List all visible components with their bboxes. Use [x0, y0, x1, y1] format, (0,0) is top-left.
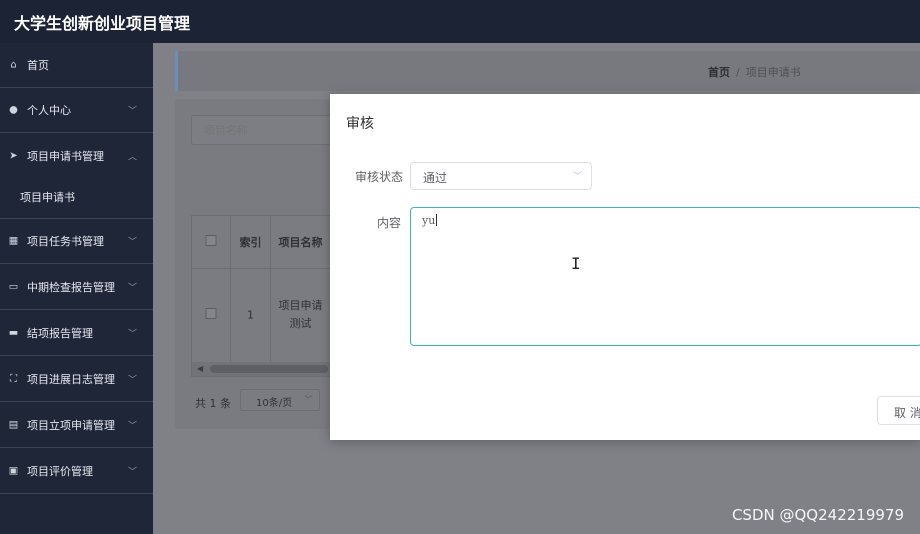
- review-status-label: 审核状态: [355, 170, 404, 184]
- chevron-down-icon: ﹀: [127, 329, 137, 340]
- text-cursor-icon: I: [571, 254, 581, 273]
- horizontal-scrollbar[interactable]: ◀: [192, 362, 330, 376]
- chevron-down-icon: ﹀: [127, 375, 137, 386]
- sidebar-item-label: 项目任务书管理: [27, 235, 104, 248]
- sidebar-item-personal-center[interactable]: ● 个人中心 ﹀: [0, 88, 153, 133]
- sidebar-item-final-report-management[interactable]: ▬ 结项报告管理 ﹀: [0, 311, 153, 356]
- row-checkbox[interactable]: [205, 308, 217, 319]
- chat-icon: ▬: [8, 327, 19, 339]
- page-size-value: 10条/页: [256, 398, 293, 409]
- sidebar-subitem-application[interactable]: 项目申请书: [0, 176, 153, 219]
- cancel-button[interactable]: 取 消: [877, 396, 920, 425]
- sidebar-item-midterm-management[interactable]: ▭ 中期检查报告管理 ﹀: [0, 265, 153, 310]
- review-status-value: 通过: [423, 171, 448, 185]
- review-status-select[interactable]: 通过 ﹀: [410, 162, 592, 190]
- sidebar: ⌂ 首页 ● 个人中心 ﹀ ➤ 项目申请书管理 ︿ 项目申请书 ▦ 项目任务书管…: [0, 43, 153, 534]
- content-textarea[interactable]: yu: [410, 207, 920, 346]
- sidebar-item-approval-management[interactable]: ▤ 项目立项申请管理 ﹀: [0, 403, 153, 448]
- chevron-down-icon: ﹀: [127, 283, 137, 294]
- row-project-name: 项目申请 测试: [278, 299, 323, 330]
- sidebar-item-label: 首页: [27, 59, 49, 72]
- row-checkbox-cell[interactable]: [192, 268, 231, 362]
- sidebar-item-home[interactable]: ⌂ 首页: [0, 43, 153, 88]
- grid-icon: ▦: [8, 235, 19, 247]
- pager-total: 共 1 条: [195, 397, 231, 410]
- sidebar-item-application-management[interactable]: ➤ 项目申请书管理 ︿: [0, 133, 153, 178]
- page-size-select[interactable]: 10条/页 ﹀: [240, 389, 320, 411]
- chevron-down-icon: ﹀: [303, 395, 311, 404]
- top-bar: 大学生创新创业项目管理: [0, 0, 920, 43]
- text-caret: [436, 214, 438, 226]
- send-icon: ➤: [9, 150, 18, 161]
- project-name-search-input[interactable]: [191, 115, 351, 145]
- content-text: yu: [422, 214, 438, 227]
- sidebar-item-label: 结项报告管理: [27, 327, 93, 340]
- table-row: 1 项目申请 测试: [192, 268, 330, 362]
- sidebar-item-label: 个人中心: [27, 104, 71, 117]
- sidebar-item-label: 项目立项申请管理: [27, 419, 115, 432]
- chevron-up-icon: ︿: [127, 152, 137, 162]
- breadcrumb: 首页 / 项目申请书: [708, 64, 801, 80]
- breadcrumb-current: 项目申请书: [745, 66, 801, 79]
- scroll-left-icon[interactable]: ◀: [197, 364, 203, 373]
- sidebar-subitem-label: 项目申请书: [20, 191, 75, 204]
- message-icon: ▭: [8, 281, 19, 293]
- fullscreen-icon: ⛶: [10, 373, 17, 385]
- scroll-thumb[interactable]: [210, 365, 328, 373]
- sidebar-item-label: 项目申请书管理: [27, 149, 104, 163]
- table-header-row: 索引 项目名称: [192, 216, 330, 269]
- watermark: CSDN @QQ242219979: [731, 506, 904, 524]
- breadcrumb-bar: 首页 / 项目申请书: [175, 51, 920, 91]
- chevron-down-icon: ﹀: [127, 421, 137, 432]
- sidebar-item-evaluation-management[interactable]: ▣ 项目评价管理 ﹀: [0, 449, 153, 494]
- clipboard-icon: ▣: [8, 465, 19, 477]
- chevron-down-icon: ﹀: [127, 237, 137, 248]
- chevron-down-icon: ﹀: [127, 467, 137, 478]
- sidebar-item-label: 项目进展日志管理: [27, 373, 115, 386]
- row-index: 1: [231, 268, 271, 362]
- sidebar-item-label: 中期检查报告管理: [27, 281, 115, 294]
- header-project-name: 项目名称: [278, 236, 323, 249]
- review-dialog: 审核 审核状态 通过 ﹀ 内容 yu I 取 消: [330, 94, 920, 440]
- data-table: 索引 项目名称 1 项目申请 测试 ◀: [191, 215, 331, 377]
- user-icon: ●: [9, 104, 18, 116]
- home-icon: ⌂: [10, 59, 17, 71]
- chevron-down-icon: ﹀: [572, 172, 582, 182]
- chevron-down-icon: ﹀: [127, 106, 137, 117]
- content-label: 内容: [377, 216, 402, 230]
- sidebar-item-task-management[interactable]: ▦ 项目任务书管理 ﹀: [0, 219, 153, 264]
- dialog-title: 审核: [346, 116, 374, 132]
- select-all-checkbox[interactable]: [205, 235, 217, 246]
- breadcrumb-home[interactable]: 首页: [708, 66, 730, 79]
- breadcrumb-separator: /: [736, 66, 740, 79]
- cancel-button-label: 取 消: [894, 406, 920, 420]
- sidebar-item-progress-log-management[interactable]: ⛶ 项目进展日志管理 ﹀: [0, 357, 153, 402]
- sidebar-item-label: 项目评价管理: [27, 465, 93, 478]
- app-title: 大学生创新创业项目管理: [14, 14, 191, 33]
- header-checkbox-cell[interactable]: [192, 216, 231, 268]
- chart-icon: ▤: [8, 419, 19, 431]
- header-index: 索引: [231, 216, 271, 268]
